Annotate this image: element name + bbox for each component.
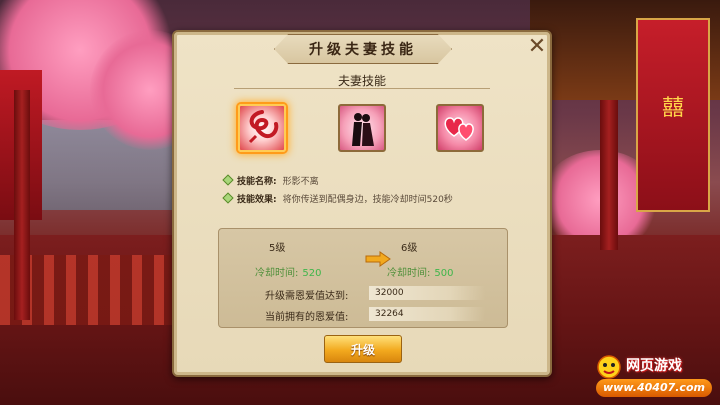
next-cooldown-value: 500 — [434, 268, 454, 279]
mascot-logo-icon — [597, 355, 621, 379]
cooldown-label: 冷却时间: — [387, 268, 431, 279]
skill-effect-label: 技能效果: — [237, 195, 277, 205]
upgrade-couple-skill-dialog: 升级夫妻技能 夫妻技能 技能名称: 形影不离 技能效果: 将你传送到配偶身边，技能冷… — [172, 30, 552, 377]
skill-effect-value: 将你传送到配偶身边，技能冷却时间520秒 — [282, 195, 453, 205]
twin-hearts-skill-icon — [444, 117, 474, 141]
skill-name-value: 形影不离 — [282, 177, 319, 187]
skill-slot-swirl[interactable] — [238, 104, 286, 152]
couple-embrace-skill-icon — [352, 113, 374, 146]
diamond-bullet-icon — [222, 174, 234, 186]
upgrade-info-box: 5级 6级 冷却时间: 520 冷却时间: 500 升级需恩爱值达到: 32000 … — [218, 228, 508, 328]
swirl-skill-icon — [248, 110, 279, 144]
owned-affection-value: 32264 — [369, 307, 485, 321]
red-pillar — [600, 100, 618, 250]
skill-slot-couple[interactable] — [338, 104, 386, 152]
current-cooldown-row: 冷却时间: 520 — [255, 264, 321, 279]
double-happiness-text: 囍 — [661, 96, 684, 121]
red-pillar — [14, 90, 30, 320]
dialog-title: 升级夫妻技能 — [309, 42, 417, 58]
current-cooldown-value: 520 — [302, 268, 322, 279]
section-title: 夫妻技能 — [337, 74, 386, 88]
diamond-bullet-icon — [222, 192, 234, 204]
site-watermark: 网页游戏 www.40407.com — [590, 355, 716, 401]
next-level: 6级 — [401, 243, 418, 254]
watermark-url: www.40407.com — [596, 379, 712, 397]
owned-affection-label: 当前拥有的恩爱值: — [265, 312, 349, 323]
section-divider — [234, 88, 490, 89]
watermark-title: 网页游戏 — [626, 358, 682, 374]
required-affection-value: 32000 — [369, 286, 485, 300]
next-cooldown-row: 冷却时间: 500 — [387, 264, 453, 279]
skill-effect-row: 技能效果: 将你传送到配偶身边，技能冷却时间520秒 — [222, 192, 453, 205]
skill-slot-hearts[interactable] — [436, 104, 484, 152]
skill-name-label: 技能名称: — [237, 177, 277, 187]
current-level: 5级 — [269, 243, 286, 254]
cooldown-label: 冷却时间: — [255, 268, 299, 279]
dialog-title-plate: 升级夫妻技能 — [274, 34, 452, 64]
close-icon[interactable]: ✕ — [526, 36, 548, 58]
skill-name-row: 技能名称: 形影不离 — [222, 174, 319, 187]
double-happiness-banner: 囍 — [636, 18, 710, 212]
upgrade-button[interactable]: 升级 — [324, 335, 402, 363]
required-affection-label: 升级需恩爱值达到: — [265, 291, 349, 302]
